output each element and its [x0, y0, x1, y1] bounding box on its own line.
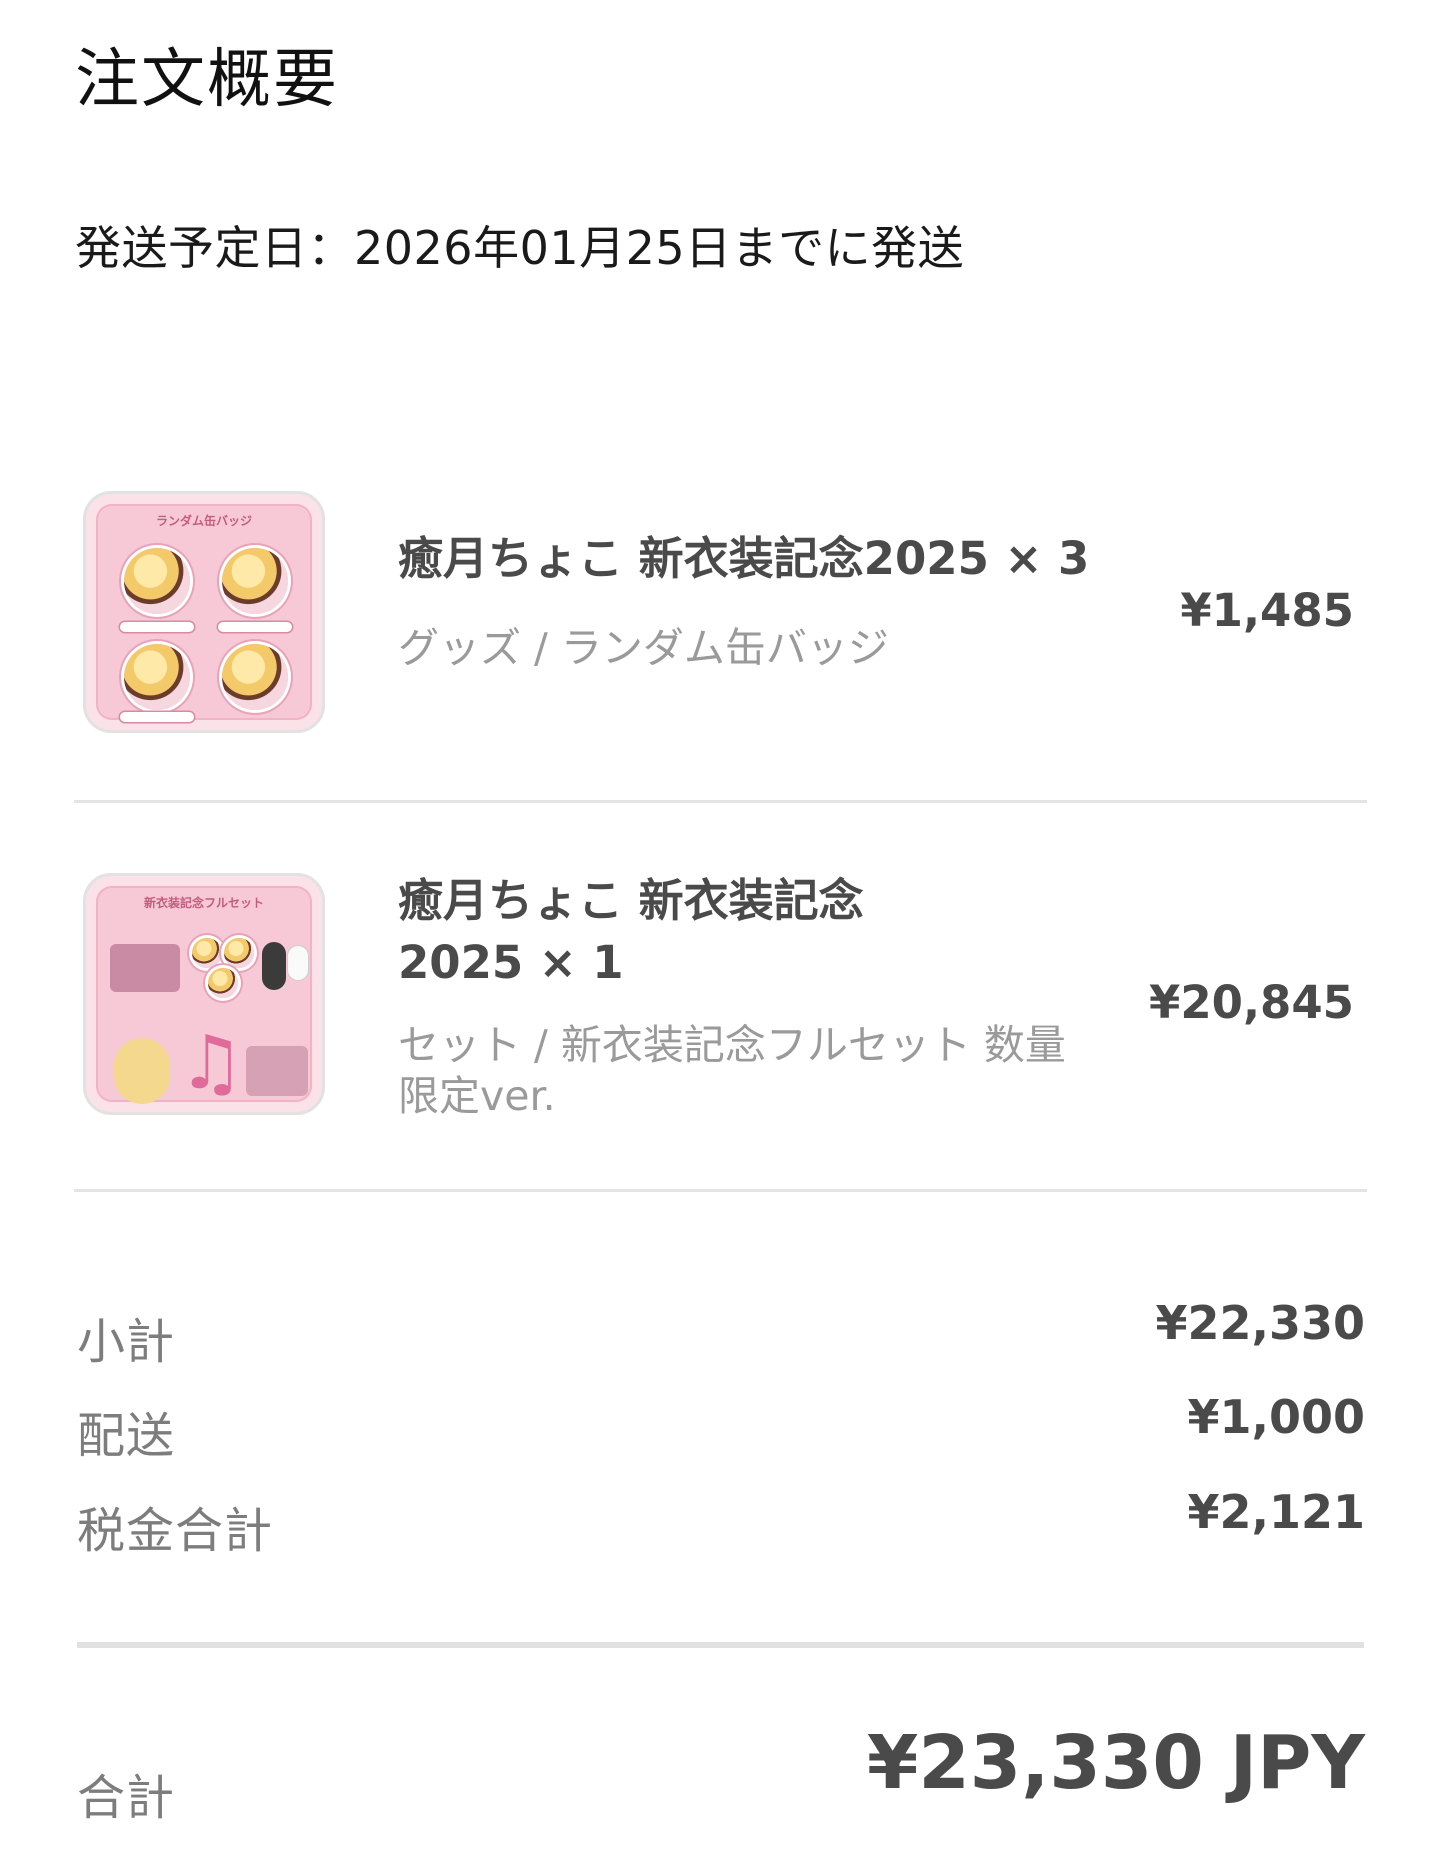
- item-price: ¥20,845: [1149, 976, 1354, 1029]
- badge-label: [120, 712, 194, 722]
- total-value: ¥23,330 JPY: [866, 1720, 1365, 1806]
- badge-image: [224, 938, 254, 968]
- badge-image: [222, 644, 288, 710]
- subtotal-row: 小計 ¥22,330: [77, 1296, 1365, 1372]
- thumbnail-caption: ランダム缶バッジ: [155, 514, 252, 528]
- order-summary-page: 注文概要 発送予定日：2026年01月25日までに発送 ランダム缶バッジ 癒月ち…: [0, 0, 1439, 1864]
- tax-value: ¥2,121: [1187, 1485, 1365, 1539]
- shipping-row: 配送 ¥1,000: [77, 1390, 1365, 1466]
- badge-image: [124, 548, 190, 614]
- order-item: ランダム缶バッジ 癒月ちょこ 新衣装記念2025 × 3 グッズ / ランダム缶…: [74, 488, 1368, 748]
- badge-image: [222, 548, 288, 614]
- acrylic-item-image: [110, 944, 180, 992]
- product-thumbnail: ランダム缶バッジ: [83, 491, 325, 733]
- ship-date-text: 発送予定日：2026年01月25日までに発送: [75, 221, 965, 275]
- page-title: 注文概要: [75, 43, 339, 117]
- divider: [77, 1642, 1364, 1648]
- slipper-image: [288, 946, 308, 980]
- music-note-icon: ♫: [178, 1020, 245, 1106]
- random-can-badge-image: ランダム缶バッジ: [96, 504, 312, 722]
- tax-row: 税金合計 ¥2,121: [77, 1485, 1365, 1561]
- item-name: 癒月ちょこ 新衣装記念2025 × 1: [398, 874, 864, 990]
- product-thumbnail: 新衣装記念フルセット ♫: [83, 873, 325, 1115]
- subtotal-value: ¥22,330: [1155, 1296, 1365, 1350]
- item-price: ¥1,485: [1180, 584, 1354, 637]
- badge-label: [120, 622, 194, 632]
- badge-image: [124, 644, 190, 710]
- plush-image: [114, 1038, 170, 1104]
- badge-image: [208, 968, 238, 998]
- subtotal-label: 小計: [77, 1314, 176, 1370]
- thumbnail-caption: 新衣装記念フルセット: [143, 896, 264, 910]
- divider: [74, 1189, 1367, 1192]
- postcard-image: [246, 1046, 308, 1096]
- total-label: 合計: [77, 1770, 176, 1826]
- keychain-image: [262, 942, 286, 990]
- item-variant: グッズ / ランダム缶バッジ: [398, 624, 889, 672]
- shipping-label: 配送: [77, 1408, 176, 1464]
- divider: [74, 800, 1367, 803]
- item-name: 癒月ちょこ 新衣装記念2025 × 3: [398, 532, 1090, 585]
- tax-label: 税金合計: [77, 1503, 274, 1559]
- full-set-image: 新衣装記念フルセット ♫: [96, 886, 312, 1106]
- badge-image: [192, 938, 222, 968]
- item-variant: セット / 新衣装記念フルセット 数量限定ver.: [398, 1021, 1066, 1121]
- order-item: 新衣装記念フルセット ♫ 癒月ちょこ 新衣装記念2025 × 1 セット / 新…: [74, 870, 1368, 1170]
- total-row: 合計 ¥23,330 JPY: [77, 1720, 1365, 1830]
- shipping-value: ¥1,000: [1187, 1390, 1365, 1444]
- badge-label: [218, 622, 292, 632]
